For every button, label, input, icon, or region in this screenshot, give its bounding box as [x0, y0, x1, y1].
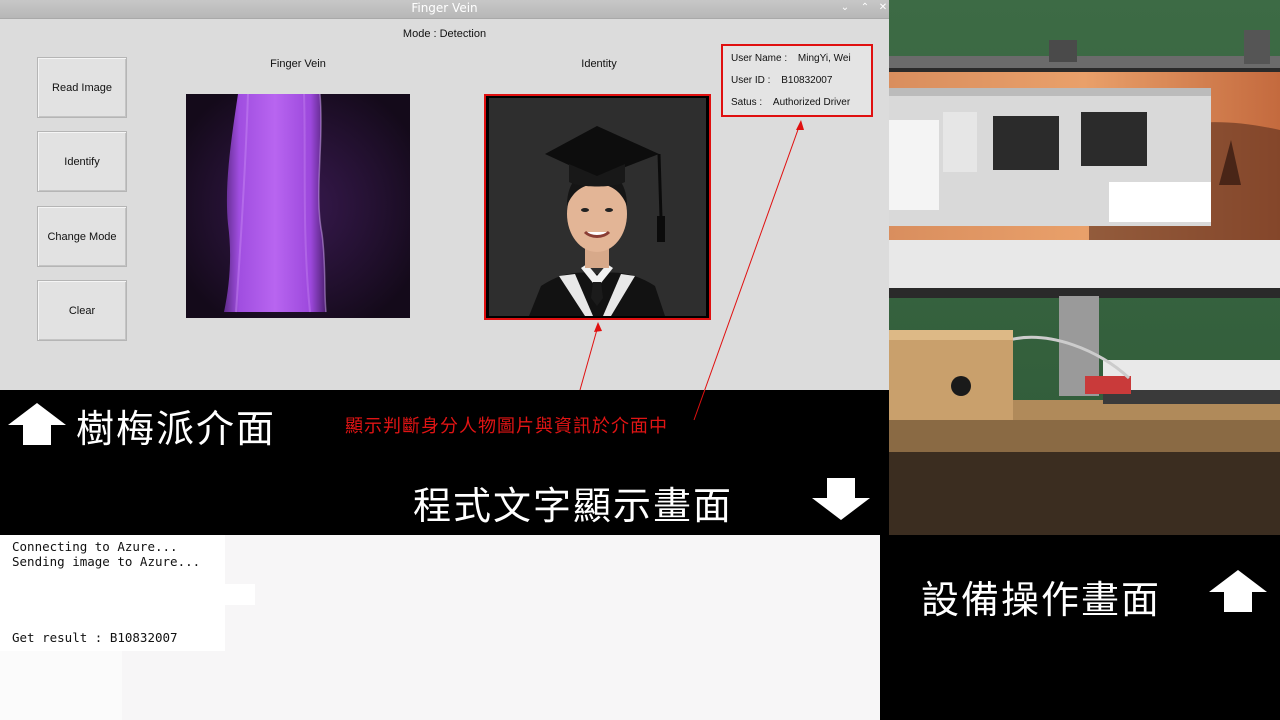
up-arrow-icon — [1209, 570, 1267, 612]
mode-label: Mode : Detection — [402, 28, 487, 40]
device-operation-caption: 設備操作畫面 — [921, 578, 1162, 622]
identity-photo — [489, 98, 706, 316]
terminal-line: Sending image to Azure... — [12, 554, 201, 569]
user-id-value: B10832007 — [781, 75, 833, 86]
console-caption: 程式文字顯示畫面 — [413, 484, 734, 528]
user-id-row: User ID : B10832007 — [731, 75, 832, 86]
finger-vein-window: Finger Vein ⌄ ⌃ ✕ Mode : Detection Read … — [0, 0, 889, 390]
status-row: Satus : Authorized Driver — [731, 97, 850, 108]
user-info-box: User Name : MingYi, Wei User ID : B10832… — [721, 44, 873, 117]
status-value: Authorized Driver — [772, 97, 851, 108]
window-title: Finger Vein — [411, 1, 478, 15]
identify-button[interactable]: Identify — [37, 131, 127, 192]
user-name-label: User Name : — [731, 53, 788, 64]
terminal-patch — [205, 584, 255, 605]
device-caption-area — [880, 535, 1280, 720]
window-titlebar[interactable]: Finger Vein ⌄ ⌃ ✕ — [0, 0, 889, 19]
clear-button[interactable]: Clear — [37, 280, 127, 341]
minimize-icon[interactable]: ⌄ — [838, 1, 852, 15]
maximize-icon[interactable]: ⌃ — [858, 1, 872, 15]
graduate-portrait — [489, 98, 706, 316]
user-name-row: User Name : MingYi, Wei — [731, 53, 851, 64]
finger-vein-scan — [186, 94, 410, 318]
finger-vein-title: Finger Vein — [270, 58, 326, 70]
terminal-patch — [0, 651, 122, 720]
raspberry-pi-caption: 樹梅派介面 — [76, 407, 277, 451]
close-icon[interactable]: ✕ — [876, 1, 889, 15]
device-photo — [889, 0, 1280, 535]
finger-vein-image — [186, 94, 410, 318]
annotation-caption: 顯示判斷身分人物圖片與資訊於介面中 — [345, 416, 668, 437]
up-arrow-icon — [8, 403, 66, 445]
identity-image-frame — [484, 94, 711, 320]
device-setup-illustration — [889, 0, 1280, 535]
status-label: Satus : — [731, 97, 763, 108]
terminal-output: Connecting to Azure... Sending image to … — [0, 535, 880, 720]
terminal-line: Connecting to Azure... — [12, 539, 178, 554]
change-mode-button[interactable]: Change Mode — [37, 206, 127, 267]
terminal-line: Get result : B10832007 — [12, 630, 178, 645]
read-image-button[interactable]: Read Image — [37, 57, 127, 118]
down-arrow-icon — [812, 478, 870, 520]
user-id-label: User ID : — [731, 75, 771, 86]
user-name-value: MingYi, Wei — [797, 53, 851, 64]
identity-title: Identity — [581, 58, 617, 70]
